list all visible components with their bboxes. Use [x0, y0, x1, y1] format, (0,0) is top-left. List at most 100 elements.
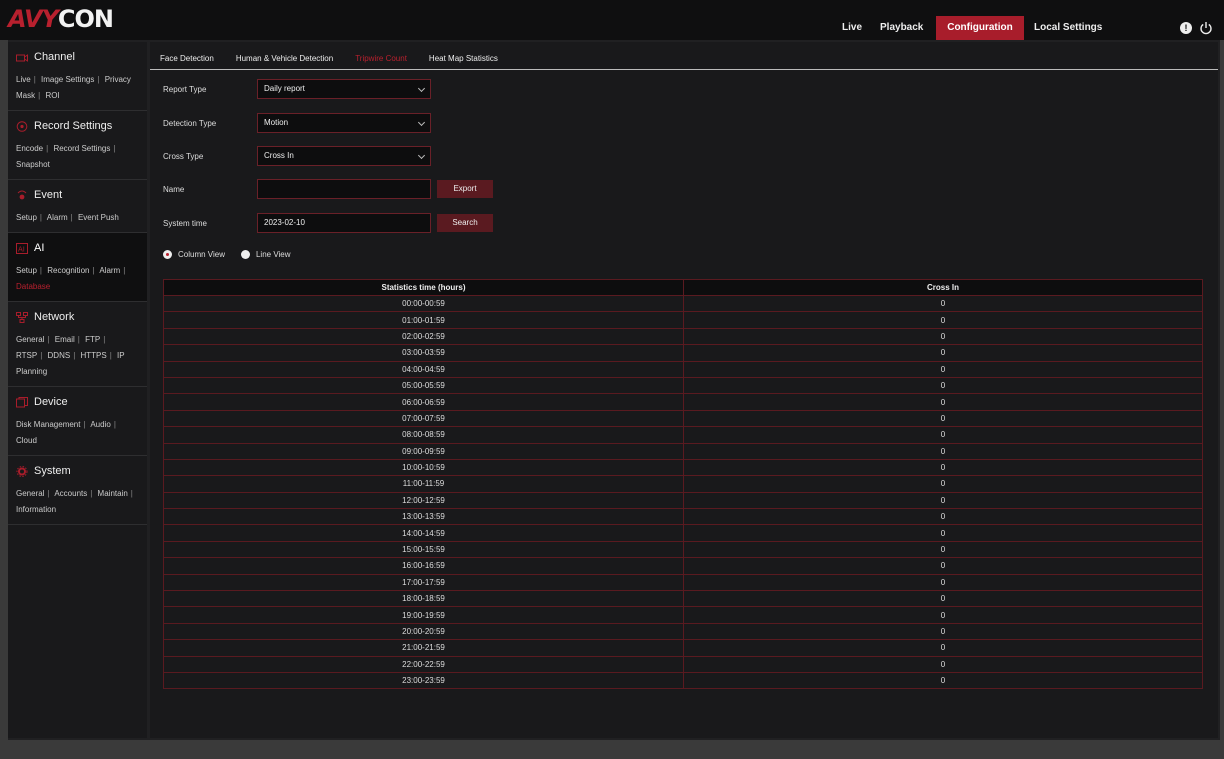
- sidebar-link-alarm[interactable]: Alarm: [99, 266, 120, 275]
- cross-in-count-cell: 0: [683, 524, 1203, 542]
- sidebar-link-recognition[interactable]: Recognition: [47, 266, 89, 275]
- table-row: 15:00-15:59 0: [163, 540, 1203, 559]
- statistics-table-body: 00:00-00:59 0 01:00-01:59 0 02:00-02:59 0 03:0…: [163, 294, 1203, 690]
- sidebar-section-title[interactable]: Device: [8, 387, 147, 417]
- tab-face-detection[interactable]: Face Detection: [160, 42, 214, 70]
- table-row: 04:00-04:59 0: [163, 360, 1203, 378]
- sidebar-section-title[interactable]: Channel: [8, 42, 147, 72]
- line-view-radio[interactable]: Line View: [240, 250, 291, 259]
- sidebar-section-title[interactable]: Event: [8, 180, 147, 210]
- sidebar-link-general[interactable]: General: [16, 489, 44, 498]
- tab-human-vehicle-detection[interactable]: Human & Vehicle Detection: [236, 42, 333, 70]
- column-view-radio[interactable]: Column View: [163, 250, 225, 259]
- network-icon: [16, 311, 28, 323]
- link-separator: |: [103, 335, 106, 344]
- sidebar-section-title[interactable]: AI AI: [8, 233, 147, 263]
- sidebar-link-event-push[interactable]: Event Push: [78, 213, 119, 222]
- sidebar-link-disk-management[interactable]: Disk Management: [16, 420, 80, 429]
- sidebar-link-live[interactable]: Live: [16, 75, 31, 84]
- table-row: 21:00-21:59 0: [163, 639, 1203, 657]
- sidebar-link-email[interactable]: Email: [55, 335, 75, 344]
- sidebar-link-snapshot[interactable]: Snapshot: [16, 160, 50, 169]
- nav-playback[interactable]: Playback: [870, 16, 928, 40]
- link-separator: |: [73, 351, 76, 360]
- cross-in-count-cell: 0: [683, 639, 1203, 657]
- sidebar-link-image-settings[interactable]: Image Settings: [41, 75, 94, 84]
- nav-live[interactable]: Live: [832, 16, 870, 40]
- alert-icon[interactable]: !: [1180, 22, 1192, 34]
- link-separator: |: [113, 420, 116, 429]
- ai-icon: AI: [16, 242, 28, 254]
- cross-in-count-cell: 0: [683, 491, 1203, 510]
- tab-heat-map-statistics[interactable]: Heat Map Statistics: [429, 42, 498, 70]
- cross-in-count-cell: 0: [683, 376, 1203, 395]
- detection-type-select[interactable]: Motion: [257, 113, 431, 133]
- link-separator: |: [130, 489, 133, 498]
- sidebar-link-setup[interactable]: Setup: [16, 213, 37, 222]
- table-row: 03:00-03:59 0: [163, 344, 1203, 362]
- sidebar-section-title[interactable]: Network: [8, 302, 147, 332]
- link-separator: |: [113, 144, 116, 153]
- main-panel: Face Detection Human & Vehicle Detection…: [150, 42, 1218, 738]
- name-row: Name Export: [163, 179, 493, 199]
- sidebar-section-label: Channel: [34, 51, 75, 63]
- sidebar-link-maintain[interactable]: Maintain: [98, 489, 128, 498]
- link-separator: |: [40, 351, 43, 360]
- time-range-cell: 21:00-21:59: [163, 639, 684, 657]
- cross-type-label: Cross Type: [163, 151, 204, 161]
- svg-text:AI: AI: [18, 245, 25, 253]
- name-input[interactable]: [257, 179, 431, 199]
- name-label: Name: [163, 184, 185, 194]
- report-type-row: Report Type Daily report: [163, 79, 431, 99]
- sidebar-link-general[interactable]: General: [16, 335, 44, 344]
- sidebar-section-label: Event: [34, 189, 63, 201]
- sidebar-link-alarm[interactable]: Alarm: [47, 213, 68, 222]
- nav-local-settings[interactable]: Local Settings: [1024, 16, 1118, 40]
- sidebar-section-label: AI: [34, 242, 45, 254]
- sidebar-link-rtsp[interactable]: RTSP: [16, 351, 37, 360]
- table-row: 13:00-13:59 0: [163, 508, 1203, 526]
- table-row: 01:00-01:59 0: [163, 311, 1203, 329]
- export-button[interactable]: Export: [437, 180, 493, 198]
- sidebar-link-https[interactable]: HTTPS: [81, 351, 107, 360]
- cross-in-count-cell: 0: [683, 557, 1203, 575]
- cross-in-count-cell: 0: [683, 655, 1203, 673]
- system-time-input[interactable]: 2023-02-10: [257, 213, 431, 233]
- sidebar-link-audio[interactable]: Audio: [90, 420, 110, 429]
- sidebar-section-title[interactable]: Record Settings: [8, 111, 147, 141]
- chevron-down-icon: [417, 151, 426, 160]
- cross-type-select[interactable]: Cross In: [257, 146, 431, 166]
- nav-configuration[interactable]: Configuration: [936, 16, 1024, 40]
- table-row: 11:00-11:59 0: [163, 475, 1203, 493]
- sidebar-link-record-settings[interactable]: Record Settings: [53, 144, 110, 153]
- sidebar-link-ddns[interactable]: DDNS: [48, 351, 71, 360]
- link-separator: |: [47, 489, 50, 498]
- time-range-cell: 19:00-19:59: [163, 606, 684, 624]
- sidebar-link-database[interactable]: Database: [16, 282, 50, 291]
- power-icon[interactable]: [1199, 21, 1213, 35]
- search-button[interactable]: Search: [437, 214, 493, 232]
- view-mode-group: Column View Line View: [163, 250, 307, 259]
- report-type-select[interactable]: Daily report: [257, 79, 431, 99]
- sidebar-link-information[interactable]: Information: [16, 505, 56, 514]
- time-range-cell: 12:00-12:59: [163, 491, 684, 510]
- header-cross-in: Cross In: [683, 279, 1203, 296]
- sidebar-link-setup[interactable]: Setup: [16, 266, 37, 275]
- cross-in-count-cell: 0: [683, 622, 1203, 641]
- sidebar-link-accounts[interactable]: Accounts: [54, 489, 87, 498]
- sidebar-section-network: Network General | Email | FTP | RTSP | DDNS | …: [8, 302, 147, 387]
- cross-in-count-cell: 0: [683, 590, 1203, 608]
- sidebar-section-links: Disk Management | Audio | Cloud: [8, 417, 147, 449]
- cross-in-count-cell: 0: [683, 540, 1203, 559]
- tab-tripwire-count[interactable]: Tripwire Count: [355, 42, 407, 70]
- sidebar-link-ftp[interactable]: FTP: [85, 335, 100, 344]
- sidebar-link-cloud[interactable]: Cloud: [16, 436, 37, 445]
- tab-bar: Face Detection Human & Vehicle Detection…: [150, 42, 1218, 70]
- cross-in-count-cell: 0: [683, 327, 1203, 346]
- sidebar-section-title[interactable]: System: [8, 456, 147, 486]
- column-view-label: Column View: [178, 250, 225, 259]
- sidebar-section-links: Setup | Alarm | Event Push: [8, 210, 147, 226]
- sidebar-link-encode[interactable]: Encode: [16, 144, 43, 153]
- cross-in-count-cell: 0: [683, 344, 1203, 362]
- sidebar-link-roi[interactable]: ROI: [45, 91, 59, 100]
